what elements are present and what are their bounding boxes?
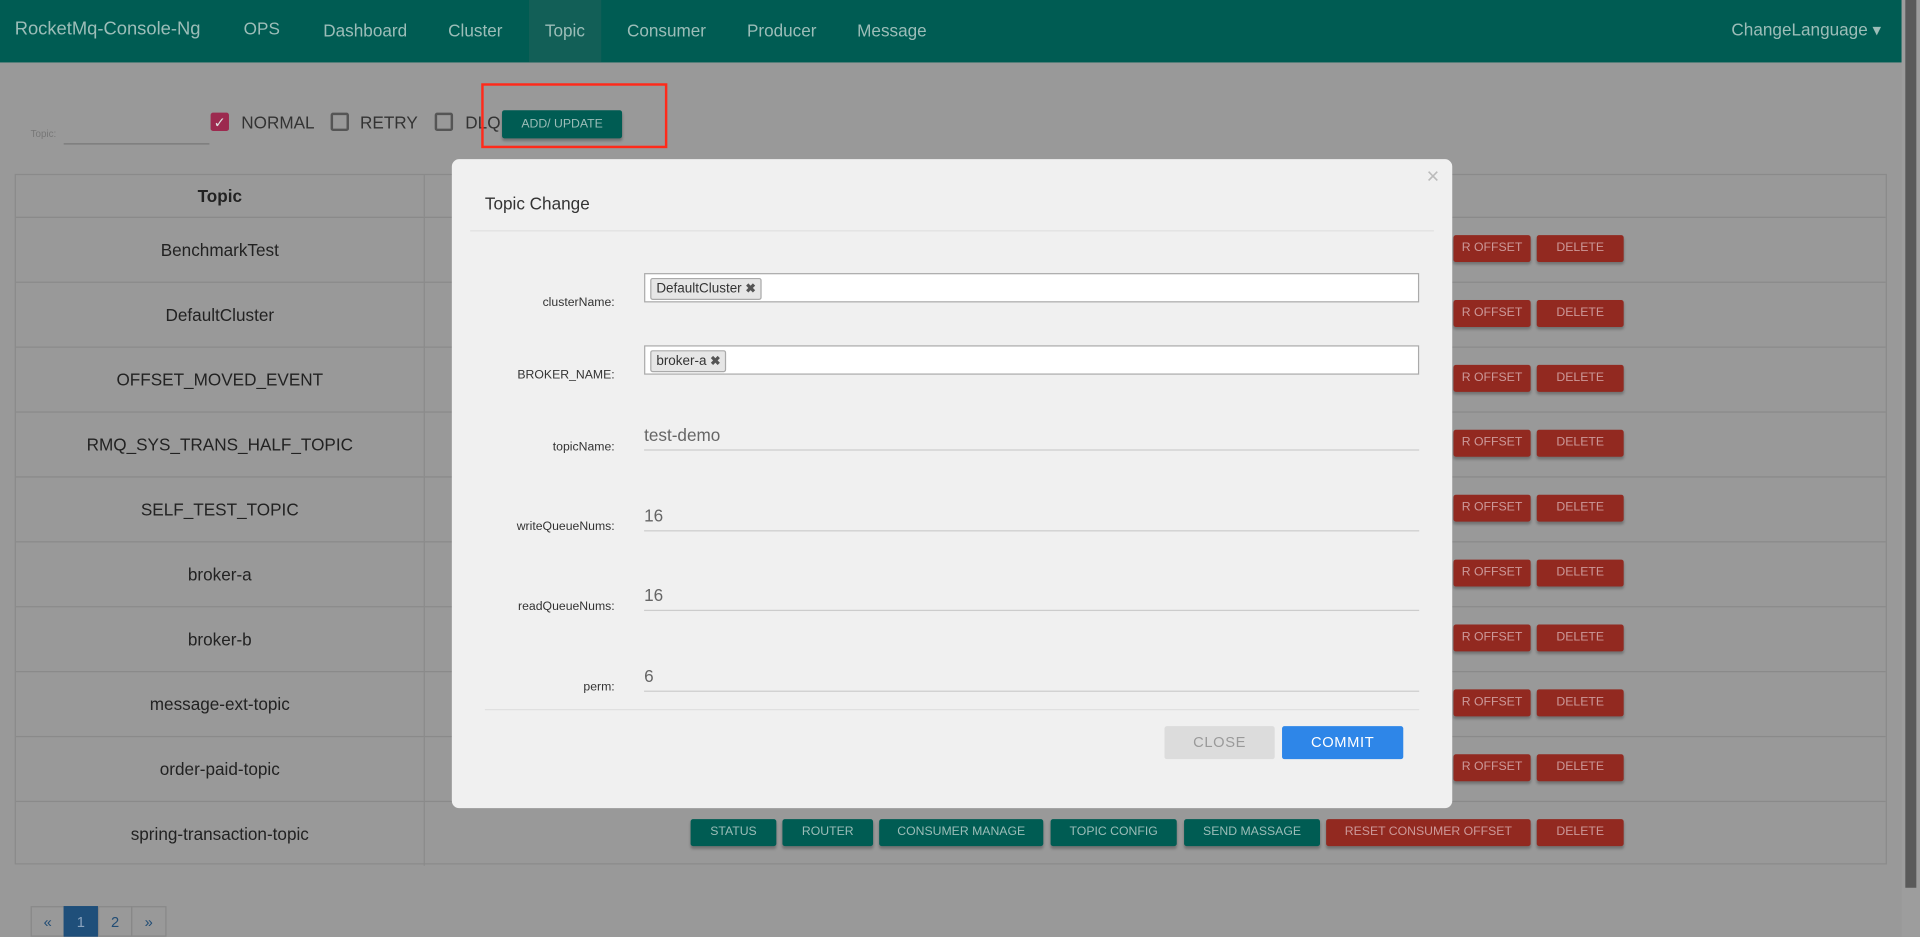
reset-consumer-offset-button[interactable]: R OFFSET xyxy=(1453,624,1531,652)
nav-producer[interactable]: Producer xyxy=(731,0,832,62)
delete-button[interactable]: DELETE xyxy=(1536,559,1624,587)
delete-button[interactable]: DELETE xyxy=(1536,364,1624,392)
cluster-name-select[interactable]: DefaultCluster ✖ xyxy=(644,273,1420,303)
retry-checkbox[interactable] xyxy=(330,112,349,132)
cluster-tag: DefaultCluster ✖ xyxy=(650,277,762,301)
topic-name-cell: OFFSET_MOVED_EVENT xyxy=(16,347,425,412)
reset-consumer-offset-button[interactable]: R OFFSET xyxy=(1453,689,1531,717)
page: RocketMq-Console-Ng OPS Dashboard Cluste… xyxy=(0,0,1920,937)
status-button[interactable]: STATUS xyxy=(690,819,777,847)
cluster-name-label: clusterName: xyxy=(542,296,615,310)
dlq-checkbox[interactable] xyxy=(434,112,454,132)
topic-name-cell: DefaultCluster xyxy=(16,282,425,347)
write-queue-nums-input[interactable]: 16 xyxy=(644,506,1420,532)
router-button[interactable]: ROUTER xyxy=(782,819,874,847)
pagination-page-2[interactable]: 2 xyxy=(97,906,133,937)
modal-title: Topic Change xyxy=(484,193,590,214)
topic-name-cell: SELF_TEST_TOPIC xyxy=(16,477,425,542)
commit-button[interactable]: COMMIT xyxy=(1282,726,1404,760)
delete-button[interactable]: DELETE xyxy=(1536,754,1624,782)
topic-config-button[interactable]: TOPIC CONFIG xyxy=(1050,819,1177,847)
change-language-dropdown[interactable]: ChangeLanguage ▾ xyxy=(1731,20,1881,41)
topic-change-modal: × Topic Change clusterName: DefaultClust… xyxy=(451,159,1453,809)
footer-divider xyxy=(484,708,1420,711)
write-queue-nums-label: writeQueueNums: xyxy=(516,520,615,534)
reset-consumer-offset-button[interactable]: RESET CONSUMER OFFSET xyxy=(1326,819,1531,847)
remove-tag-icon[interactable]: ✖ xyxy=(710,355,720,368)
nav-dashboard[interactable]: Dashboard xyxy=(307,0,423,62)
perm-input[interactable]: 6 xyxy=(644,666,1420,692)
topic-name-cell: order-paid-topic xyxy=(16,737,425,801)
topic-name-cell: broker-a xyxy=(16,542,425,607)
delete-button[interactable]: DELETE xyxy=(1536,819,1624,847)
pagination-next[interactable]: » xyxy=(131,906,167,937)
nav-consumer[interactable]: Consumer xyxy=(611,0,722,62)
topic-name-cell: RMQ_SYS_TRANS_HALF_TOPIC xyxy=(16,412,425,477)
topic-name-input[interactable]: test-demo xyxy=(644,425,1420,451)
broker-tag-label: broker-a xyxy=(656,353,707,369)
delete-button[interactable]: DELETE xyxy=(1536,300,1624,327)
close-icon[interactable]: × xyxy=(1427,164,1440,190)
retry-label: RETRY xyxy=(360,112,418,133)
nav-topic[interactable]: Topic xyxy=(528,0,601,63)
reset-consumer-offset-button[interactable]: R OFFSET xyxy=(1453,235,1531,263)
normal-checkbox[interactable]: ✓ xyxy=(210,112,229,132)
divider xyxy=(470,230,1434,232)
nav-message[interactable]: Message xyxy=(841,0,942,62)
reset-consumer-offset-button[interactable]: R OFFSET xyxy=(1453,754,1531,782)
delete-button[interactable]: DELETE xyxy=(1536,624,1624,652)
topic-name-cell: spring-transaction-topic xyxy=(16,802,425,866)
consumer-manage-button[interactable]: CONSUMER MANAGE xyxy=(879,819,1044,847)
broker-name-select[interactable]: broker-a ✖ xyxy=(644,345,1420,375)
scrollbar-thumb[interactable] xyxy=(1905,0,1917,888)
topic-name-label: topicName: xyxy=(552,440,615,455)
topic-name-cell: message-ext-topic xyxy=(16,672,425,736)
brand[interactable]: RocketMq-Console-Ng xyxy=(15,18,201,39)
topic-filter-label: Topic: xyxy=(30,128,57,140)
perm-label: perm: xyxy=(583,680,615,695)
send-massage-button[interactable]: SEND MASSAGE xyxy=(1184,819,1321,847)
nav-cluster[interactable]: Cluster xyxy=(432,0,518,62)
reset-consumer-offset-button[interactable]: R OFFSET xyxy=(1453,559,1531,587)
pagination-prev[interactable]: « xyxy=(30,906,65,937)
column-header-topic: Topic xyxy=(16,175,425,217)
pagination-page-1[interactable]: 1 xyxy=(63,906,98,937)
broker-name-label: BROKER_NAME: xyxy=(517,368,615,383)
reset-consumer-offset-button[interactable]: R OFFSET xyxy=(1453,364,1531,392)
broker-tag: broker-a ✖ xyxy=(650,350,727,373)
topic-name-cell: broker-b xyxy=(16,607,425,672)
delete-button[interactable]: DELETE xyxy=(1536,689,1624,717)
read-queue-nums-label: readQueueNums: xyxy=(518,600,615,614)
reset-consumer-offset-button[interactable]: R OFFSET xyxy=(1453,300,1531,327)
remove-tag-icon[interactable]: ✖ xyxy=(745,283,755,296)
delete-button[interactable]: DELETE xyxy=(1536,494,1624,522)
navbar: RocketMq-Console-Ng OPS Dashboard Cluste… xyxy=(0,0,1902,63)
normal-label: NORMAL xyxy=(241,112,315,133)
read-queue-nums-input[interactable]: 16 xyxy=(644,585,1420,612)
delete-button[interactable]: DELETE xyxy=(1536,235,1624,263)
topic-filter-input[interactable] xyxy=(63,122,210,145)
table-row: spring-transaction-topic STATUS ROUTER CONS… xyxy=(15,800,1886,866)
topic-name-cell: BenchmarkTest xyxy=(16,217,425,282)
reset-consumer-offset-button[interactable]: R OFFSET xyxy=(1453,494,1531,522)
check-icon: ✓ xyxy=(213,113,226,132)
delete-button[interactable]: DELETE xyxy=(1536,429,1624,457)
highlight-box xyxy=(481,83,668,149)
cluster-tag-label: DefaultCluster xyxy=(656,281,742,297)
reset-consumer-offset-button[interactable]: R OFFSET xyxy=(1453,429,1531,457)
close-button[interactable]: CLOSE xyxy=(1164,726,1275,760)
nav-ops[interactable]: OPS xyxy=(228,0,296,62)
